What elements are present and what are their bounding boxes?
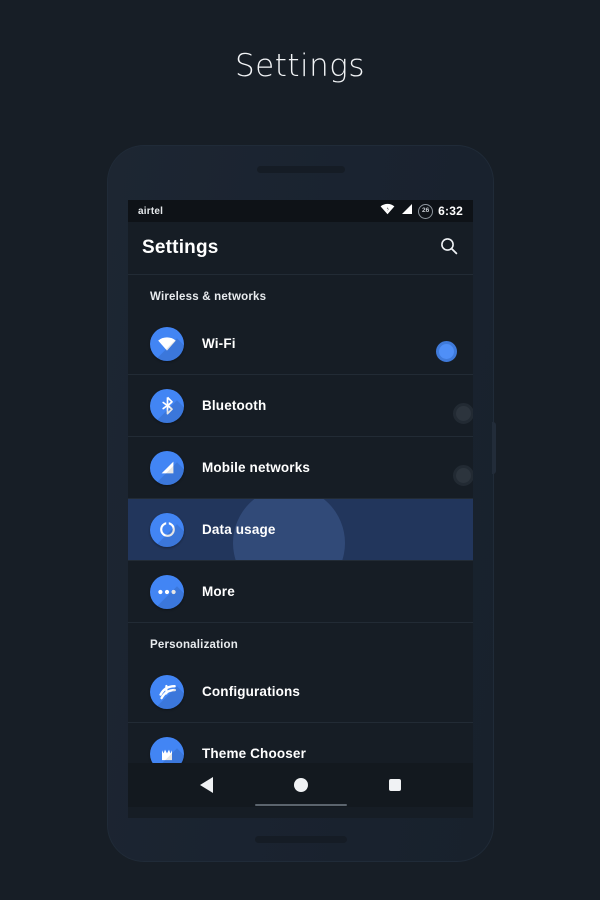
app-bar: Settings xyxy=(128,222,473,275)
earpiece-speaker xyxy=(256,166,345,173)
settings-row-data-usage[interactable]: Data usage xyxy=(128,499,473,560)
status-bar-icons: 26 6:32 xyxy=(380,202,463,220)
settings-row-more[interactable]: More xyxy=(128,561,473,622)
settings-row-label: Configurations xyxy=(202,684,301,699)
home-circle-icon[interactable] xyxy=(293,778,308,792)
switch-knob xyxy=(453,402,473,424)
more-dots-icon xyxy=(150,574,184,609)
phone-screen: airtel 26 6:32 Settings Wireless & netwo… xyxy=(128,200,473,818)
settings-row-label: Data usage xyxy=(202,522,276,537)
battery-circle-icon: 26 xyxy=(418,203,434,219)
wifi-icon xyxy=(380,202,395,220)
switch-knob xyxy=(453,464,473,486)
section-header-wireless: Wireless & networks xyxy=(150,291,267,303)
settings-row-label: Theme Chooser xyxy=(202,746,306,761)
settings-list: Wireless & networks Wi-Fi Bluetooth Mobi… xyxy=(128,275,473,771)
settings-row-label: Wi-Fi xyxy=(202,336,236,351)
settings-row-configurations[interactable]: Configurations xyxy=(128,661,473,722)
bottom-speaker xyxy=(254,836,347,843)
settings-row-wifi[interactable]: Wi-Fi xyxy=(128,313,473,374)
search-icon[interactable] xyxy=(439,236,459,261)
page-title: Settings xyxy=(234,48,366,84)
configurations-icon xyxy=(150,674,184,709)
phone-device-frame: airtel 26 6:32 Settings Wireless & netwo… xyxy=(108,146,496,861)
data-usage-icon xyxy=(150,512,184,547)
settings-row-label: Mobile networks xyxy=(202,460,311,475)
back-triangle-icon[interactable] xyxy=(200,777,214,793)
screenshot-root: Settings airtel 26 6:32 Settings Wireles… xyxy=(0,0,600,900)
gesture-handle[interactable] xyxy=(254,804,347,806)
status-clock: 6:32 xyxy=(438,204,463,218)
app-bar-actions xyxy=(439,236,459,261)
bluetooth-icon xyxy=(150,388,184,423)
cellular-signal-icon xyxy=(400,202,413,220)
app-bar-title: Settings xyxy=(142,237,219,258)
wifi-icon xyxy=(150,326,184,361)
mobile-network-icon xyxy=(150,450,184,485)
recents-square-icon[interactable] xyxy=(388,779,401,791)
section-header-personalization: Personalization xyxy=(150,639,238,651)
settings-row-mobile-networks[interactable]: Mobile networks xyxy=(128,437,473,498)
power-button[interactable] xyxy=(492,422,496,474)
system-navigation-bar xyxy=(128,763,473,807)
switch-knob xyxy=(436,340,457,362)
settings-row-label: More xyxy=(202,584,235,599)
settings-row-label: Bluetooth xyxy=(202,398,267,413)
status-bar: airtel 26 6:32 xyxy=(128,200,473,222)
carrier-label: airtel xyxy=(138,205,164,217)
settings-row-bluetooth[interactable]: Bluetooth xyxy=(128,375,473,436)
